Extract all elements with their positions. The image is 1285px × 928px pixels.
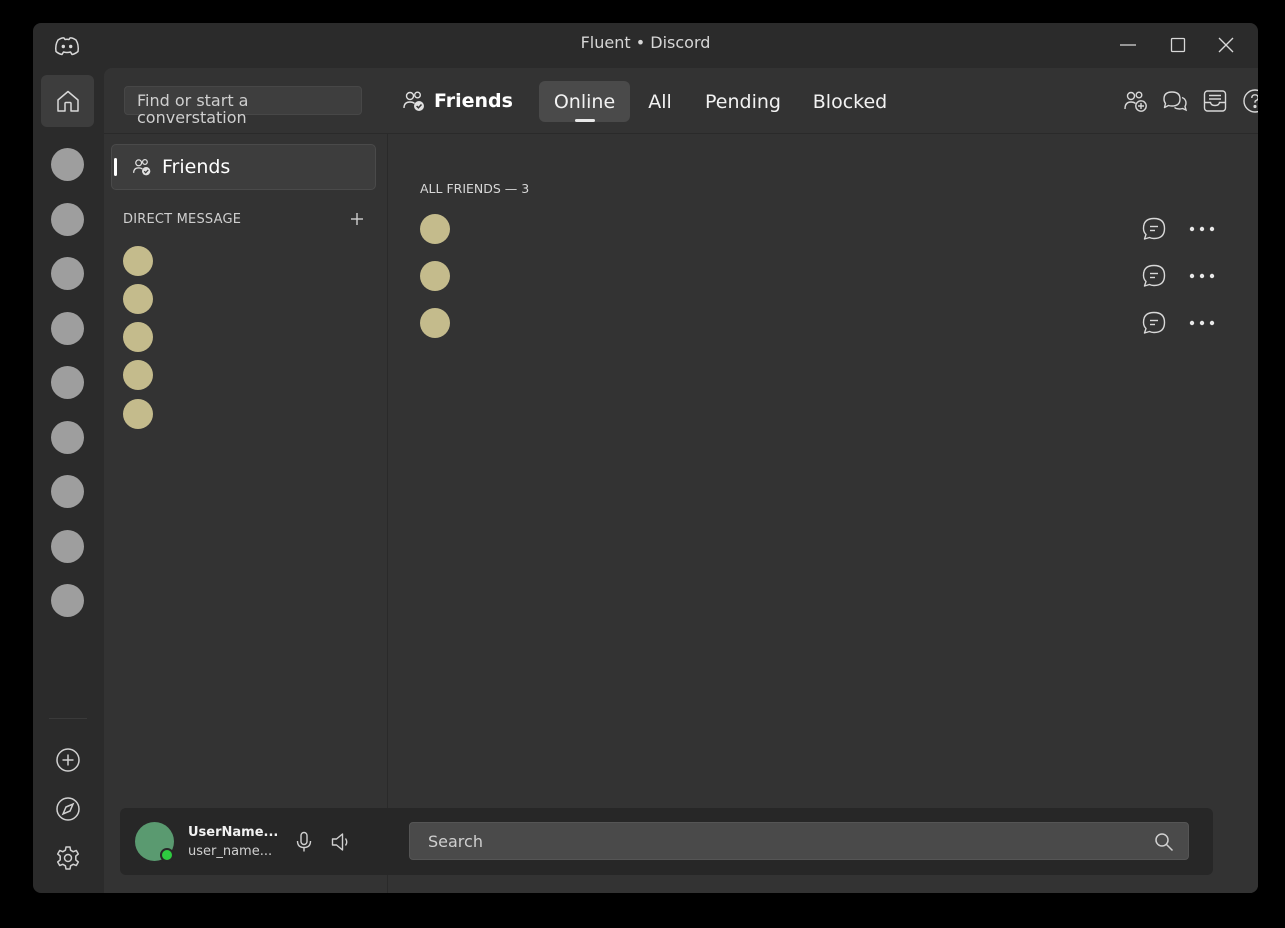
- all-friends-title: ALL FRIENDS — 3: [420, 181, 530, 196]
- tab-label: All: [648, 90, 672, 113]
- friends-header: Friends: [402, 88, 513, 114]
- settings-icon: [56, 845, 79, 870]
- explore-icon: [55, 796, 80, 821]
- speaker-icon: [331, 833, 348, 851]
- server-icon[interactable]: [51, 475, 84, 508]
- tab-label: Blocked: [812, 90, 888, 113]
- direct-message-sidebar: Friends DIRECT MESSAGE: [104, 134, 388, 893]
- server-icon[interactable]: [51, 312, 84, 345]
- add-friend-button[interactable]: [1123, 89, 1149, 113]
- server-icon[interactable]: [51, 584, 84, 617]
- add-server-button[interactable]: [53, 745, 82, 774]
- friend-avatar: [420, 214, 450, 244]
- active-tab-indicator: [574, 119, 595, 122]
- search-icon: [1154, 832, 1174, 852]
- message-icon: [1142, 217, 1166, 240]
- new-group-dm-button[interactable]: [1162, 89, 1188, 113]
- dm-avatar[interactable]: [123, 322, 153, 352]
- maximize-button[interactable]: [1158, 33, 1198, 57]
- speaker-button[interactable]: [330, 831, 352, 853]
- add-friend-icon: [1124, 91, 1147, 112]
- dm-avatar[interactable]: [123, 360, 153, 390]
- sidebar-item-friends[interactable]: Friends: [111, 144, 376, 190]
- maximize-icon: [1170, 37, 1186, 53]
- home-button[interactable]: [41, 75, 94, 127]
- dm-avatar[interactable]: [123, 399, 153, 429]
- dm-avatar[interactable]: [123, 284, 153, 314]
- sidebar-item-label: Friends: [162, 156, 231, 178]
- message-icon: [1142, 311, 1166, 334]
- friend-avatar: [420, 261, 450, 291]
- search-input[interactable]: Search: [409, 822, 1189, 860]
- friends-title: Friends: [434, 90, 513, 112]
- friend-avatar: [420, 308, 450, 338]
- friends-icon: [132, 157, 152, 177]
- server-icon[interactable]: [51, 203, 84, 236]
- friend-row[interactable]: [420, 214, 1230, 244]
- inbox-icon: [1203, 90, 1227, 112]
- new-group-dm-icon: [1163, 91, 1188, 112]
- find-conversation-input[interactable]: Find or start a converstation: [124, 86, 362, 126]
- help-icon: [1243, 89, 1258, 113]
- server-icon[interactable]: [51, 366, 84, 399]
- more-icon: [1189, 226, 1215, 232]
- selected-indicator: [114, 158, 117, 176]
- server-icon[interactable]: [51, 148, 84, 181]
- add-dm-button[interactable]: [348, 210, 366, 228]
- settings-button[interactable]: [53, 843, 82, 872]
- microphone-button[interactable]: [293, 831, 315, 853]
- close-button[interactable]: [1206, 33, 1246, 57]
- server-icon[interactable]: [51, 257, 84, 290]
- minimize-button[interactable]: [1108, 33, 1148, 57]
- more-icon: [1189, 273, 1215, 279]
- close-icon: [1218, 37, 1234, 53]
- friends-icon: [403, 91, 424, 111]
- tab-blocked[interactable]: Blocked: [808, 81, 892, 122]
- search-placeholder: Search: [428, 832, 483, 851]
- server-icon[interactable]: [51, 421, 84, 454]
- title-bar: Fluent • Discord: [33, 23, 1258, 68]
- explore-button[interactable]: [53, 794, 82, 823]
- tab-online[interactable]: Online: [539, 81, 630, 122]
- direct-message-header: DIRECT MESSAGE: [123, 212, 242, 227]
- message-icon: [1142, 264, 1166, 287]
- user-name: UserName...: [188, 825, 279, 840]
- minimize-icon: [1120, 44, 1136, 46]
- main-panel: Find or start a converstation Friends On…: [104, 68, 1258, 893]
- more-button[interactable]: [1189, 269, 1215, 283]
- message-button[interactable]: [1141, 216, 1167, 242]
- bottom-bar: UserName... user_name... Search: [120, 808, 1213, 875]
- friend-row[interactable]: [420, 261, 1230, 291]
- add-server-icon: [55, 747, 80, 772]
- tab-label: Online: [553, 90, 616, 113]
- tab-pending[interactable]: Pending: [700, 81, 786, 122]
- more-icon: [1189, 320, 1215, 326]
- window-title: Fluent • Discord: [580, 33, 711, 52]
- rail-divider: [49, 718, 87, 719]
- app-window: Fluent • Discord Find or start a convers…: [33, 23, 1258, 893]
- top-bar: Find or start a converstation Friends On…: [104, 68, 1258, 134]
- help-button[interactable]: [1242, 89, 1258, 113]
- more-button[interactable]: [1189, 222, 1215, 236]
- server-icon[interactable]: [51, 530, 84, 563]
- server-rail: [33, 68, 103, 893]
- dm-avatar[interactable]: [123, 246, 153, 276]
- message-button[interactable]: [1141, 263, 1167, 289]
- plus-icon: [351, 213, 363, 225]
- friend-row[interactable]: [420, 308, 1230, 338]
- inbox-button[interactable]: [1202, 89, 1228, 113]
- home-icon: [56, 90, 79, 112]
- tab-label: Pending: [705, 90, 781, 113]
- online-status-badge: [160, 848, 174, 862]
- more-button[interactable]: [1189, 316, 1215, 330]
- message-button[interactable]: [1141, 310, 1167, 336]
- user-handle: user_name...: [188, 844, 273, 859]
- microphone-icon: [296, 831, 312, 852]
- tab-all[interactable]: All: [643, 81, 677, 122]
